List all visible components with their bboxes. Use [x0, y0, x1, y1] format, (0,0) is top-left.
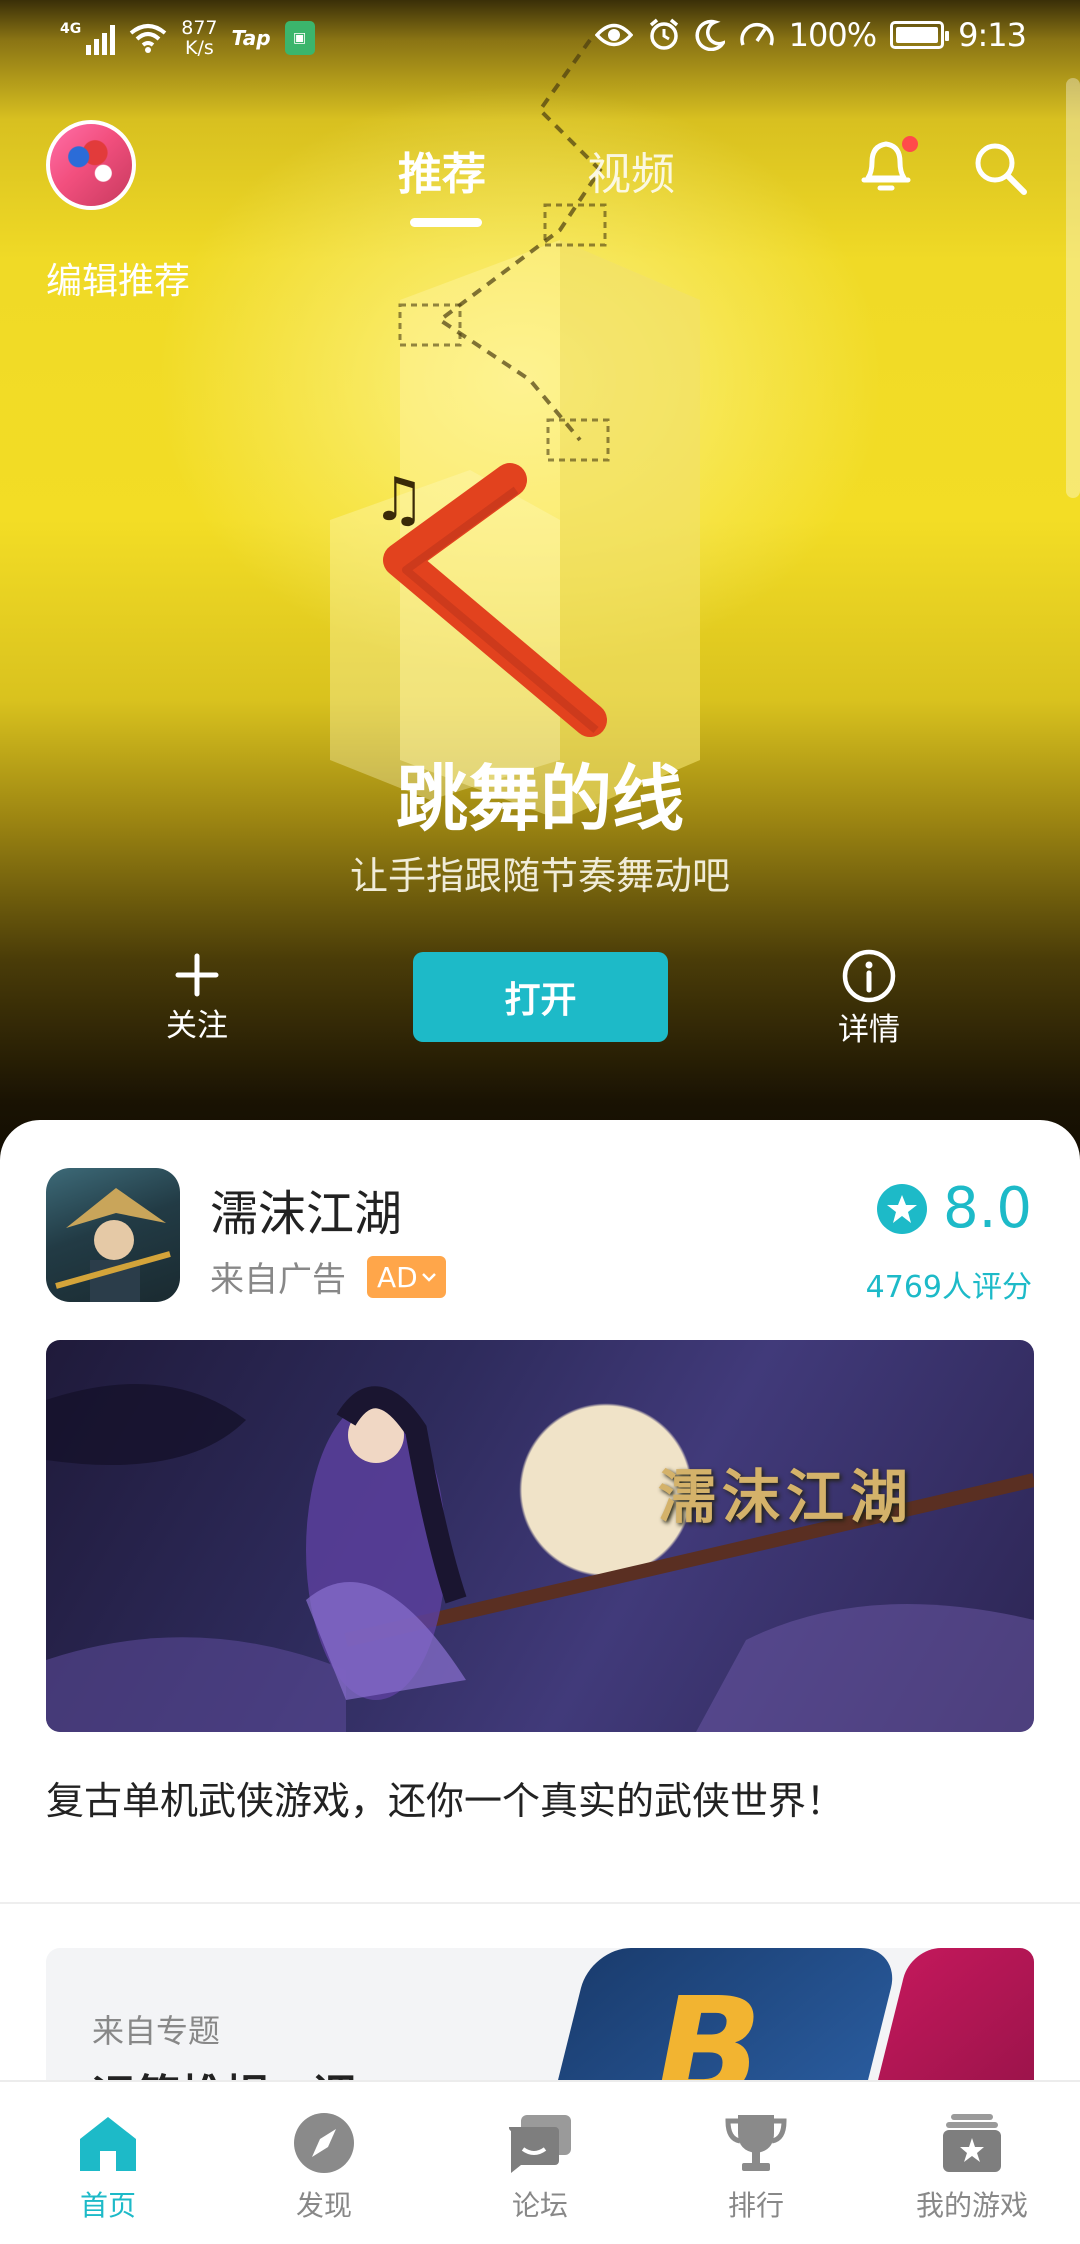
- hero-game-title: 跳舞的线: [395, 757, 684, 841]
- nav-forum[interactable]: 论坛: [432, 2082, 648, 2244]
- nav-forum-label: 论坛: [511, 2189, 568, 2222]
- hero-game-subtitle: 让手指跟随节奏舞动吧: [349, 854, 730, 898]
- tab-recommend[interactable]: 推荐: [398, 138, 486, 202]
- topic-source-label: 来自专题: [92, 2012, 221, 2050]
- ad-game-card[interactable]: 濡沫江湖 来自广告 AD 8.0 4769人评分 濡沫江湖 复古单机武侠游戏，还…: [0, 1120, 1080, 1902]
- follow-label: 关注: [166, 1008, 228, 1044]
- wifi-icon: [129, 24, 167, 53]
- nav-my-games[interactable]: 我的游戏: [864, 2082, 1080, 2244]
- game-icon-art: [55, 1188, 171, 1302]
- svg-text:♫: ♫: [372, 465, 426, 535]
- eye-icon: [594, 23, 633, 47]
- notification-dot: [902, 136, 918, 152]
- bottom-navigation: 首页 发现 论坛 排行 我的游戏: [0, 2080, 1080, 2244]
- status-bar: 4G 877 K/s Tap ▣ 100% 9:13: [0, 0, 1080, 80]
- nav-my-games-label: 我的游戏: [915, 2189, 1028, 2222]
- plus-icon: [175, 953, 219, 997]
- ad-banner-image[interactable]: 濡沫江湖: [46, 1340, 1034, 1732]
- top-navigation: 推荐 视频: [0, 110, 1080, 240]
- banner-artwork: [46, 1384, 1034, 1732]
- network-speed: 877 K/s: [181, 17, 218, 59]
- hero-banner[interactable]: ♫ 4G 877 K/s Tap ▣ 100% 9:13 推荐 视频 编辑推荐 …: [0, 0, 1080, 1160]
- follow-button[interactable]: 关注: [166, 950, 228, 1045]
- search-button[interactable]: [970, 138, 1030, 202]
- ad-game-name[interactable]: 濡沫江湖: [210, 1174, 402, 1244]
- ad-badge-label: AD: [377, 1260, 418, 1294]
- alarm-icon: [649, 18, 678, 50]
- chevron-down-icon: [421, 1273, 436, 1282]
- star-icon: [876, 1183, 927, 1234]
- tab-video[interactable]: 视频: [587, 138, 675, 202]
- notification-button[interactable]: [856, 134, 918, 200]
- open-game-button[interactable]: 打开: [413, 952, 668, 1042]
- compass-icon: [291, 2110, 357, 2176]
- clock: 9:13: [958, 16, 1027, 54]
- speed-gauge-icon: [739, 22, 774, 46]
- sim-card-icon: ▣: [284, 21, 315, 55]
- forum-icon: [507, 2110, 573, 2176]
- rating: 8.0: [876, 1176, 1032, 1241]
- battery-icon: [890, 21, 950, 49]
- rating-score: 8.0: [942, 1176, 1032, 1241]
- home-icon: [75, 2110, 141, 2176]
- detail-button[interactable]: 详情: [838, 948, 900, 1049]
- nav-home[interactable]: 首页: [0, 2082, 216, 2244]
- battery-percent: 100%: [788, 16, 877, 54]
- network-type: 4G: [60, 21, 82, 37]
- active-tab-indicator: [410, 218, 482, 227]
- nav-ranking-label: 排行: [727, 2189, 784, 2222]
- rating-count: 4769人评分: [865, 1270, 1032, 1305]
- nav-discover[interactable]: 发现: [216, 2082, 432, 2244]
- divider: [0, 1902, 1080, 1904]
- my-games-icon: [939, 2110, 1005, 2176]
- info-icon: [842, 949, 896, 1003]
- detail-label: 详情: [838, 1012, 900, 1048]
- trophy-icon: [723, 2110, 789, 2176]
- nav-home-label: 首页: [79, 2189, 136, 2222]
- banner-logo-text: 濡沫江湖: [658, 1463, 915, 1531]
- ad-badge[interactable]: AD: [367, 1256, 446, 1298]
- taptap-notification-icon: Tap: [231, 26, 271, 50]
- cellular-signal-icon: 4G: [60, 21, 116, 55]
- nav-discover-label: 发现: [295, 2189, 352, 2222]
- user-avatar[interactable]: [46, 120, 136, 210]
- ad-description: 复古单机武侠游戏，还你一个真实的武侠世界！: [46, 1779, 845, 1823]
- ad-source-label: 来自广告: [210, 1260, 346, 1300]
- game-app-icon[interactable]: [46, 1168, 180, 1302]
- section-label: 编辑推荐: [46, 261, 191, 302]
- search-icon: [975, 143, 1027, 195]
- nav-ranking[interactable]: 排行: [648, 2082, 864, 2244]
- hero-actions: 关注 打开 详情: [0, 948, 1080, 1060]
- moon-icon: [695, 19, 725, 51]
